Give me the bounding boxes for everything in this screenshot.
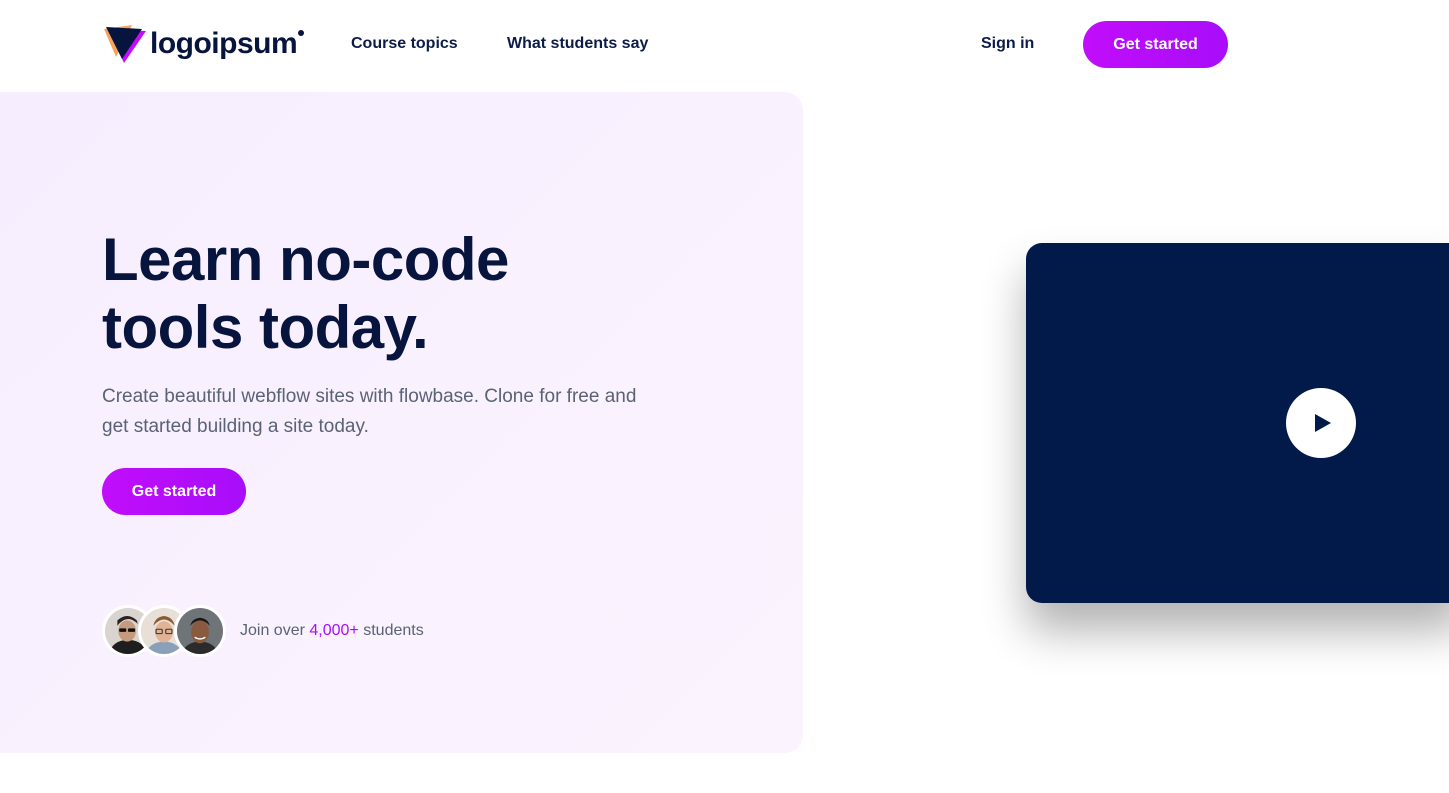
- logo-triangle-icon: [104, 25, 146, 63]
- video-card[interactable]: [1026, 243, 1449, 603]
- logo-link[interactable]: logoipsum: [102, 23, 305, 65]
- student-photo-icon: [177, 608, 223, 654]
- hero-title: Learn no-code tools today.: [102, 226, 509, 361]
- logo-wordmark: logoipsum: [150, 27, 305, 61]
- students-prefix: Join over: [240, 622, 305, 639]
- students-social-proof: Join over 4,000+ students: [102, 604, 424, 658]
- students-suffix: students: [363, 622, 424, 639]
- students-text: Join over 4,000+ students: [240, 622, 424, 640]
- nav-get-started-button[interactable]: Get started: [1083, 21, 1228, 68]
- hero-subtitle: Create beautiful webflow sites with flow…: [102, 386, 637, 437]
- logo-dot: [298, 30, 305, 36]
- play-icon: [1315, 414, 1331, 432]
- logo-name: logoipsum: [150, 27, 298, 60]
- students-count: 4,000+: [309, 622, 359, 639]
- sign-in-link[interactable]: Sign in: [981, 34, 1034, 54]
- navbar: logoipsum Course topics What students sa…: [0, 0, 1449, 90]
- student-avatar-3: [174, 605, 226, 657]
- nav-link-course-topics[interactable]: Course topics: [351, 34, 458, 54]
- nav-link-what-students-say[interactable]: What students say: [507, 34, 648, 54]
- hero-get-started-button[interactable]: Get started: [102, 468, 246, 515]
- play-button[interactable]: [1286, 388, 1356, 458]
